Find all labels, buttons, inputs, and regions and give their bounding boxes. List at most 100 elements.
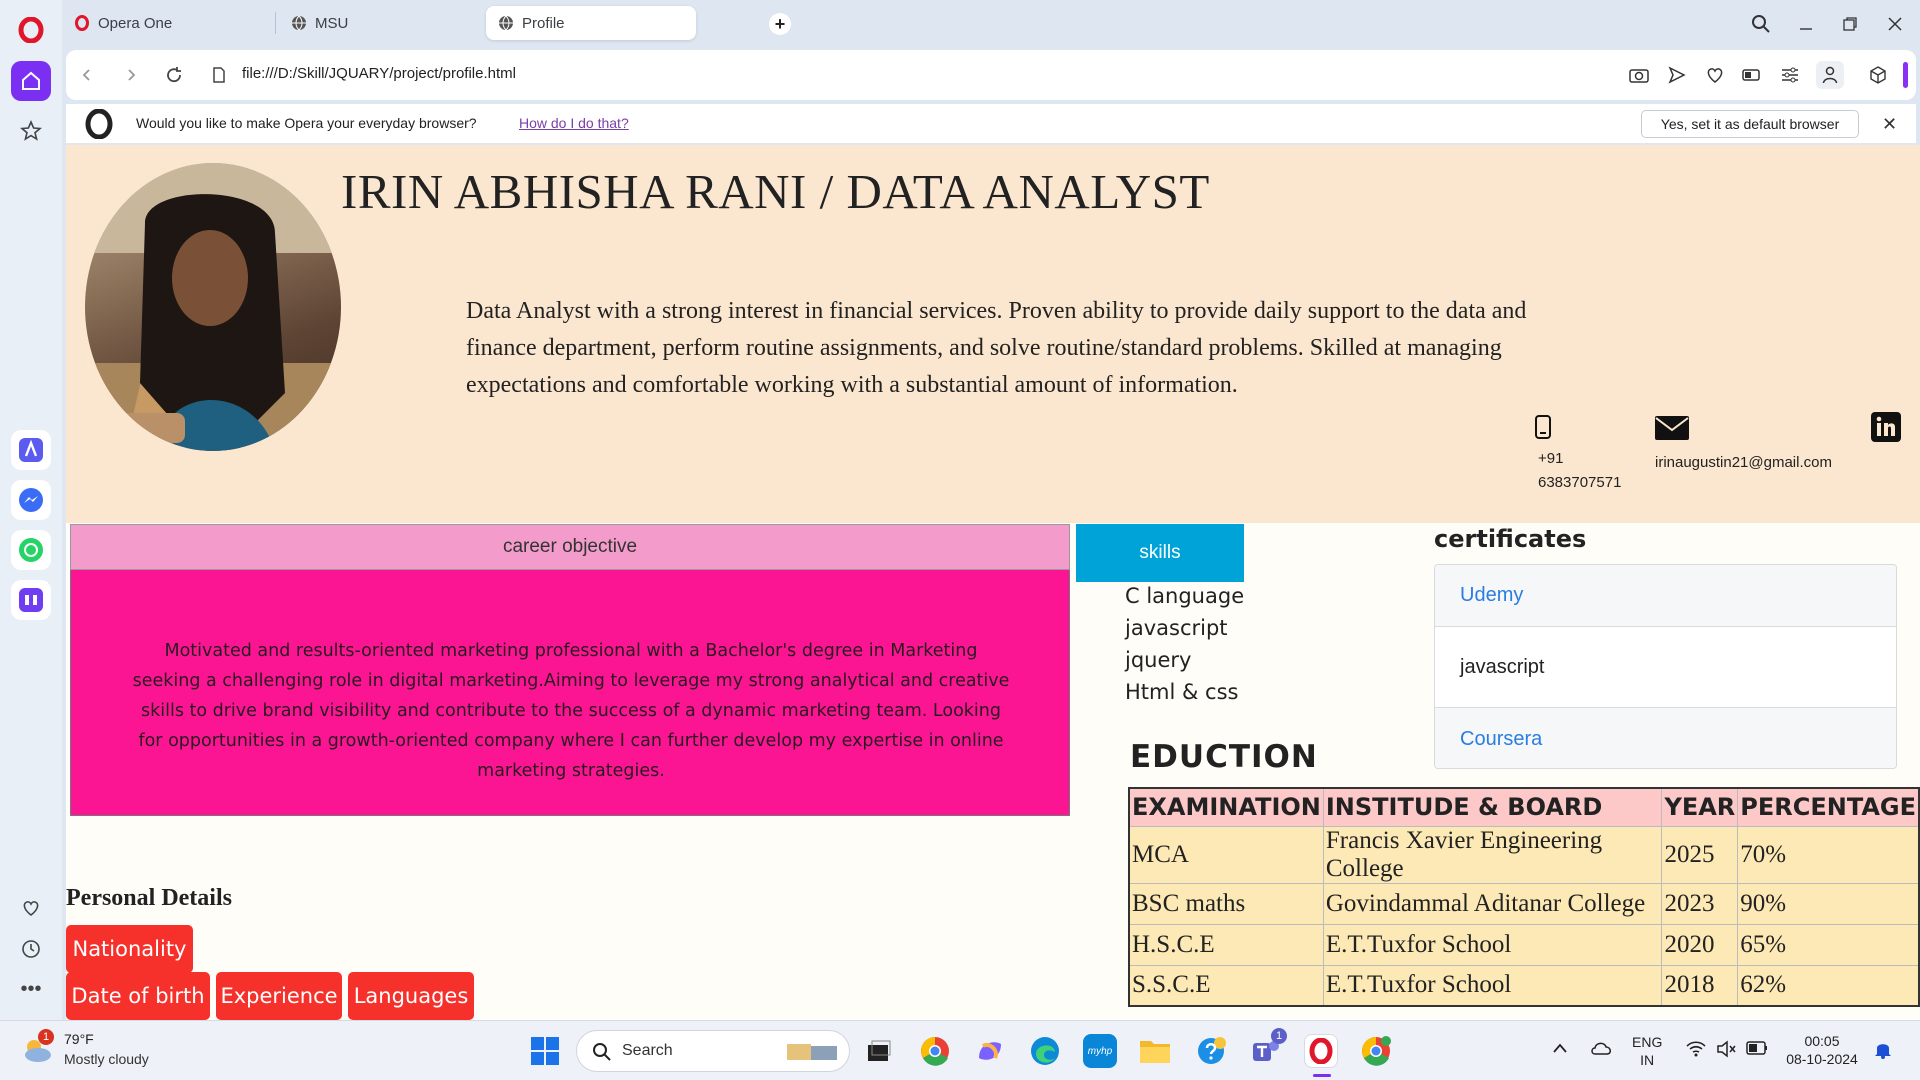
career-objective-heading[interactable]: career objective (70, 524, 1070, 570)
phone-digits: 6383707571 (1538, 474, 1622, 491)
myhp-icon[interactable]: myhp (1083, 1034, 1117, 1068)
file-explorer-icon[interactable] (1138, 1034, 1172, 1068)
table-cell: 2025 (1661, 825, 1739, 884)
table-cell: 2018 (1661, 964, 1739, 1007)
more-icon[interactable]: ••• (11, 969, 51, 1009)
globe-icon (292, 15, 306, 31)
input-language[interactable]: ENG IN (1632, 1033, 1662, 1069)
restore-icon[interactable] (1835, 10, 1865, 38)
teams-icon[interactable]: 1 (1249, 1028, 1287, 1068)
taskbar-search[interactable]: Search (576, 1030, 850, 1072)
tab-profile[interactable]: Profile (486, 6, 696, 40)
snapshot-camera-icon[interactable] (1628, 64, 1650, 86)
tab-label: Profile (522, 14, 565, 32)
history-clock-icon[interactable] (11, 929, 51, 969)
career-objective-panel: Motivated and results-oriented marketing… (70, 570, 1070, 816)
experience-button[interactable]: Experience (216, 972, 342, 1020)
tab-search-icon[interactable] (1746, 10, 1776, 38)
url-field[interactable]: file:///D:/Skill/JQUARY/project/profile.… (242, 65, 516, 82)
new-tab-plus-icon[interactable]: + (769, 13, 791, 35)
extensions-cube-icon[interactable] (1867, 64, 1889, 86)
table-cell: S.S.C.E (1128, 964, 1324, 1007)
clock[interactable]: 00:05 08-10-2024 (1786, 1032, 1858, 1068)
page-title: IRIN ABHISHA RANI / DATA ANALYST (341, 164, 1210, 219)
tab-label: MSU (315, 14, 349, 32)
tab-opera-one[interactable]: Opera One (62, 6, 272, 40)
column-header: PERCENTAGE (1737, 787, 1920, 827)
notification-bell-icon[interactable] (1874, 1039, 1892, 1064)
table-cell: 70% (1737, 825, 1920, 884)
infobar-question: Would you like to make Opera your everyd… (136, 115, 477, 131)
table-cell: BSC maths (1128, 882, 1324, 925)
language-code: ENG (1632, 1034, 1663, 1050)
table-row: H.S.C.E E.T.Tuxfor School 2020 65% (1128, 923, 1920, 966)
education-table: EXAMINATION INSTITUDE & BOARD YEAR PERCE… (1128, 787, 1920, 1007)
file-page-icon[interactable] (206, 62, 232, 88)
phone-icon (1535, 415, 1551, 439)
messenger-icon[interactable] (11, 480, 51, 520)
date-of-birth-button[interactable]: Date of birth (66, 972, 210, 1020)
set-default-browser-button[interactable]: Yes, set it as default browser (1641, 110, 1859, 138)
battery-icon[interactable] (1746, 1041, 1768, 1060)
profile-account-icon[interactable] (1816, 61, 1844, 89)
copilot-icon[interactable] (973, 1034, 1007, 1068)
aria-ai-icon[interactable] (11, 430, 51, 470)
tab-divider (275, 12, 276, 34)
back-icon[interactable] (74, 62, 100, 88)
close-window-icon[interactable] (1880, 10, 1910, 38)
cert-udemy[interactable]: Udemy (1435, 565, 1896, 627)
nationality-button[interactable]: Nationality (66, 925, 193, 973)
languages-button[interactable]: Languages (348, 972, 474, 1020)
clock-time: 00:05 (1804, 1033, 1840, 1049)
opera-menu-logo-icon[interactable] (11, 10, 51, 50)
wifi-icon[interactable] (1686, 1041, 1706, 1062)
phone-prefix: +91 (1538, 450, 1564, 467)
favorite-heart-icon[interactable] (1704, 64, 1726, 86)
weather-temp: 79°F (64, 1031, 94, 1047)
volume-muted-icon[interactable] (1716, 1040, 1736, 1063)
column-header: EXAMINATION (1128, 787, 1324, 827)
close-infobar-icon[interactable]: ✕ (1882, 114, 1897, 135)
music-player-icon[interactable] (11, 580, 51, 620)
table-row: S.S.C.E E.T.Tuxfor School 2018 62% (1128, 964, 1920, 1007)
weather-cloud-icon[interactable]: 1 (20, 1029, 54, 1067)
onedrive-cloud-icon[interactable] (1590, 1039, 1614, 1062)
table-cell: Francis Xavier Engineering College (1322, 825, 1663, 884)
certificates-heading: certificates (1434, 525, 1587, 553)
skills-button[interactable]: skills (1076, 524, 1244, 582)
chrome-profile-icon[interactable] (1359, 1034, 1393, 1068)
easy-setup-icon[interactable] (1779, 64, 1801, 86)
linkedin-icon[interactable] (1871, 412, 1901, 442)
profile-summary: Data Analyst with a strong interest in f… (466, 298, 1527, 398)
battery-saver-icon[interactable] (1741, 64, 1763, 86)
email-address: irinaugustin21@gmail.com (1655, 454, 1832, 471)
edge-icon[interactable] (1028, 1034, 1062, 1068)
opera-taskbar-icon[interactable] (1304, 1034, 1338, 1077)
forward-icon[interactable] (118, 62, 144, 88)
table-cell: Govindammal Aditanar College (1322, 882, 1663, 925)
table-header-row: EXAMINATION INSTITUDE & BOARD YEAR PERCE… (1128, 787, 1920, 827)
profile-photo (85, 163, 341, 451)
bookmarks-star-icon[interactable] (11, 111, 51, 151)
tab-msu[interactable]: MSU (279, 6, 479, 40)
active-app-indicator (1313, 1074, 1331, 1077)
reload-icon[interactable] (161, 62, 187, 88)
chrome-icon[interactable] (918, 1034, 952, 1068)
whatsapp-icon[interactable] (11, 530, 51, 570)
cert-coursera[interactable]: Coursera (1435, 707, 1896, 768)
windows-start-icon[interactable] (528, 1034, 562, 1068)
search-highlight-books-icon (787, 1044, 837, 1060)
how-to-link[interactable]: How do I do that? (519, 115, 629, 131)
table-cell: H.S.C.E (1128, 923, 1324, 966)
home-icon[interactable] (11, 61, 51, 101)
phone-number: +91 6383707571 (1538, 447, 1621, 495)
send-flow-icon[interactable] (1666, 64, 1688, 86)
column-header: YEAR (1661, 787, 1739, 827)
get-help-icon[interactable] (1194, 1034, 1228, 1068)
task-view-icon[interactable] (862, 1034, 896, 1068)
minimize-icon[interactable] (1791, 10, 1821, 38)
show-hidden-icons-chevron-icon[interactable] (1552, 1041, 1568, 1059)
heart-icon[interactable] (11, 888, 51, 928)
skill-item: Html & css (1125, 680, 1239, 704)
search-placeholder: Search (622, 1042, 673, 1059)
